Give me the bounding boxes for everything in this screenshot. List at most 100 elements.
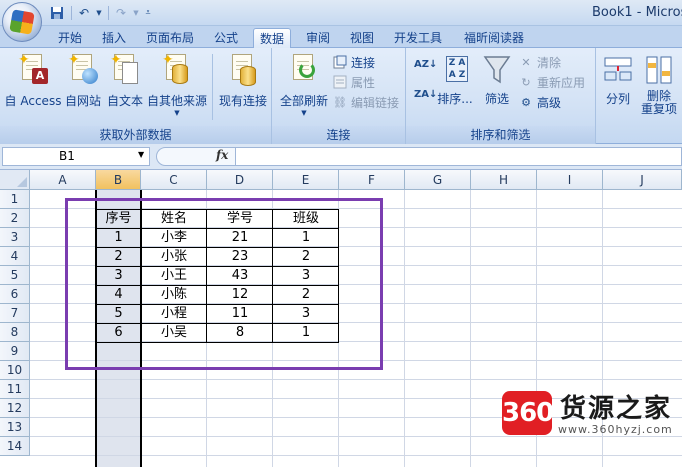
row-header-1[interactable]: 1: [0, 190, 30, 209]
row-header-10[interactable]: 10: [0, 361, 30, 380]
formula-input[interactable]: [236, 147, 682, 166]
name-box[interactable]: B1: [2, 147, 150, 166]
connections-button[interactable]: 连接: [332, 52, 375, 72]
undo-dropdown-icon[interactable]: ▼: [95, 4, 103, 22]
tab-page-layout[interactable]: 页面布局: [140, 28, 200, 48]
column-header-e[interactable]: E: [273, 170, 339, 190]
sort-dialog-icon: Z AA Z: [440, 54, 470, 86]
tab-formulas[interactable]: 公式: [208, 28, 244, 48]
office-logo-icon: [9, 9, 35, 35]
title-bar: ↶ ▼ ↷ ▼ ⩡ Book1 - Micros: [0, 0, 682, 26]
advanced-filter-icon: ⚙: [521, 95, 531, 109]
existing-connections-button[interactable]: 现有连接: [216, 52, 270, 118]
advanced-filter-button[interactable]: ⚙ 高级: [518, 92, 561, 112]
save-icon[interactable]: [48, 4, 66, 22]
column-header-a[interactable]: A: [30, 170, 96, 190]
from-other-sources-button[interactable]: ✦ 自其他来源 ▼: [146, 52, 208, 118]
filter-button[interactable]: 筛选: [478, 52, 516, 118]
row-header-12[interactable]: 12: [0, 399, 30, 418]
column-header-c[interactable]: C: [141, 170, 207, 190]
column-header-i[interactable]: I: [537, 170, 603, 190]
formula-bar: B1 ▼ fx: [0, 144, 682, 170]
reapply-button[interactable]: ↻ 重新应用: [518, 72, 585, 92]
reapply-icon: ↻: [521, 75, 531, 89]
row-header-11[interactable]: 11: [0, 380, 30, 399]
column-header-h[interactable]: H: [471, 170, 537, 190]
properties-button[interactable]: 属性: [332, 72, 375, 92]
connections-icon: [332, 54, 348, 70]
edit-links-button[interactable]: ⛓ 编辑链接: [332, 92, 399, 112]
name-box-dropdown-icon[interactable]: ▼: [138, 150, 144, 159]
sort-ascending-button[interactable]: AZ↓: [414, 60, 437, 82]
tab-foxit-reader[interactable]: 福昕阅读器: [458, 28, 530, 48]
tab-home[interactable]: 开始: [52, 28, 88, 48]
watermark-brand: 货源之家: [560, 394, 673, 424]
text-file-icon: ✦: [110, 52, 140, 86]
split-columns-icon: [603, 54, 633, 86]
refresh-all-button[interactable]: 全部刷新 ▼: [276, 52, 332, 118]
tab-review[interactable]: 审阅: [300, 28, 336, 48]
remove-duplicates-button[interactable]: 删除 重复项: [638, 52, 680, 118]
funnel-icon: [482, 54, 512, 86]
group-connections: 全部刷新 ▼ 连接 属性 ⛓ 编辑链接 连接: [272, 48, 406, 144]
clear-filter-icon: ✕: [521, 55, 531, 69]
group-label-external: 获取外部数据: [0, 126, 271, 144]
ribbon: ✦ A 自 Access ✦ 自网站 ✦ 自文本 ✦ 自其他来源 ▼ 现有连接 …: [0, 48, 682, 144]
tab-insert[interactable]: 插入: [96, 28, 132, 48]
sort-descending-button[interactable]: ZA↓: [414, 90, 437, 112]
remove-duplicates-icon: [644, 54, 674, 86]
watermark-url: www.360hyzj.com: [558, 423, 673, 436]
row-header-7[interactable]: 7: [0, 304, 30, 323]
row-header-5[interactable]: 5: [0, 266, 30, 285]
customize-icon[interactable]: ⩡: [142, 4, 154, 22]
window-title: Book1 - Micros: [592, 5, 682, 20]
quick-access-toolbar: ↶ ▼ ↷ ▼ ⩡: [48, 4, 156, 22]
from-web-button[interactable]: ✦ 自网站: [62, 52, 104, 118]
row-header-2[interactable]: 2: [0, 209, 30, 228]
row-header-3[interactable]: 3: [0, 228, 30, 247]
other-sources-icon: ✦: [162, 52, 192, 86]
watermark: 360 货源之家 www.360hyzj.com: [502, 388, 682, 444]
column-header-j[interactable]: J: [603, 170, 682, 190]
column-header-b[interactable]: B: [96, 170, 141, 190]
select-all-corner[interactable]: [0, 170, 30, 190]
column-header-d[interactable]: D: [207, 170, 273, 190]
redo-icon[interactable]: ↷: [112, 4, 130, 22]
existing-connections-icon: [228, 54, 258, 86]
access-icon: ✦ A: [18, 52, 48, 86]
tab-data[interactable]: 数据: [253, 28, 292, 49]
group-get-external-data: ✦ A 自 Access ✦ 自网站 ✦ 自文本 ✦ 自其他来源 ▼ 现有连接 …: [0, 48, 272, 144]
tab-view[interactable]: 视图: [344, 28, 380, 48]
sort-button[interactable]: Z AA Z 排序...: [434, 52, 476, 118]
redo-dropdown-icon[interactable]: ▼: [132, 4, 140, 22]
refresh-icon: [289, 54, 319, 86]
ribbon-tabs: 开始 插入 页面布局 公式 数据 审阅 视图 开发工具 福昕阅读器: [0, 26, 682, 49]
dropdown-arrow-icon: ▼: [301, 109, 307, 117]
insert-function-icon[interactable]: fx: [216, 148, 228, 162]
column-header-g[interactable]: G: [405, 170, 471, 190]
tab-developer[interactable]: 开发工具: [388, 28, 448, 48]
watermark-badge: 360: [502, 391, 554, 435]
properties-icon: [332, 74, 348, 90]
from-text-button[interactable]: ✦ 自文本: [104, 52, 146, 118]
row-header-13[interactable]: 13: [0, 418, 30, 437]
row-header-9[interactable]: 9: [0, 342, 30, 361]
from-access-button[interactable]: ✦ A 自 Access: [4, 52, 62, 118]
text-to-columns-button[interactable]: 分列: [598, 52, 638, 118]
group-label-sort-filter: 排序和筛选: [406, 126, 595, 144]
office-button[interactable]: [2, 2, 42, 42]
dropdown-arrow-icon: ▼: [174, 109, 180, 117]
worksheet-grid[interactable]: A B C D E F G H I J 1 2 3 4 5 6 7 8 9 10…: [0, 170, 682, 467]
row-header-4[interactable]: 4: [0, 247, 30, 266]
web-icon: ✦: [68, 52, 98, 86]
row-header-6[interactable]: 6: [0, 285, 30, 304]
group-sort-filter: AZ↓ ZA↓ Z AA Z 排序... 筛选 ✕ 清除 ↻ 重新应用 ⚙ 高级: [406, 48, 596, 144]
group-data-tools: 分列 删除 重复项: [596, 48, 682, 144]
clear-filter-button[interactable]: ✕ 清除: [518, 52, 561, 72]
column-header-f[interactable]: F: [339, 170, 405, 190]
row-header-8[interactable]: 8: [0, 323, 30, 342]
undo-icon[interactable]: ↶: [75, 4, 93, 22]
row-header-14[interactable]: 14: [0, 437, 30, 456]
group-label-connections: 连接: [272, 126, 405, 144]
annotation-highlight-box: [65, 198, 383, 370]
